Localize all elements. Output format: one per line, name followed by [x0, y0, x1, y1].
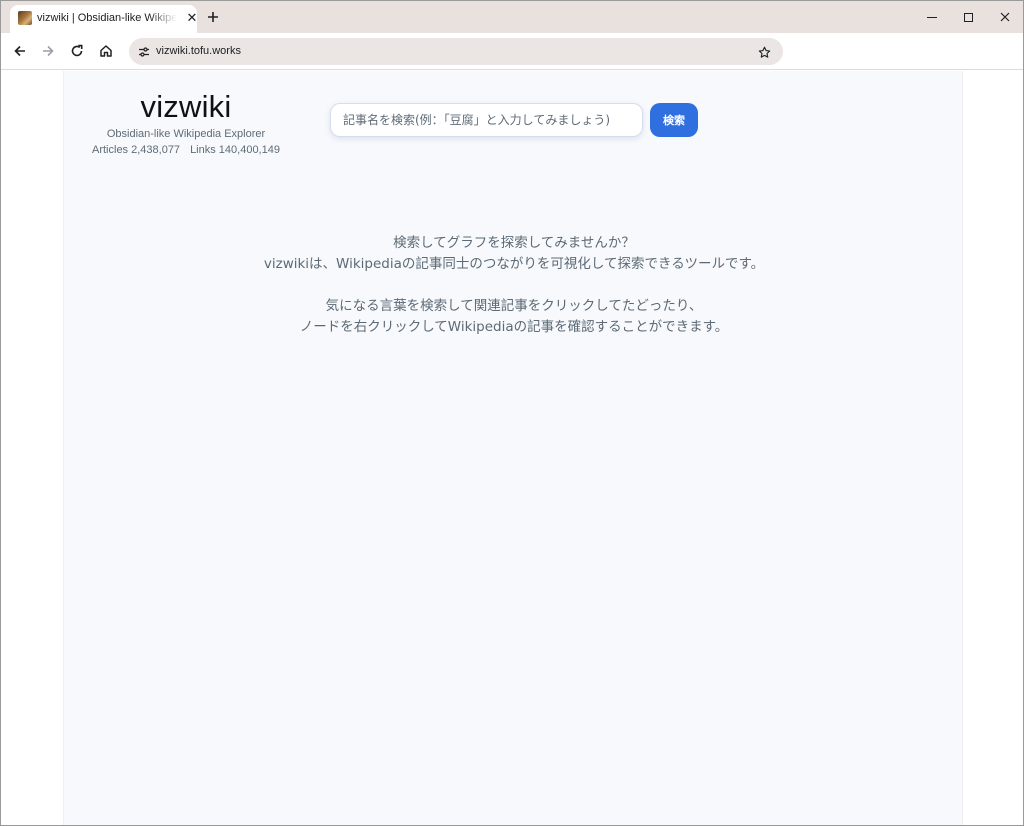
intro-line: 気になる言葉を検索して関連記事をクリックしてたどったり、: [325, 298, 703, 314]
arrow-right-icon: [43, 45, 54, 57]
close-window-button[interactable]: [994, 6, 1016, 28]
search-button[interactable]: 検索: [650, 103, 698, 137]
maximize-icon: [963, 12, 973, 22]
site-settings-icon[interactable]: [134, 42, 153, 61]
home-icon: [100, 45, 112, 57]
maximize-button[interactable]: [957, 6, 979, 28]
tab-title: vizwiki | Obsidian-like Wikipedia Explor…: [37, 12, 177, 24]
close-icon: [1000, 12, 1010, 22]
reload-icon: [71, 44, 83, 57]
back-button[interactable]: [9, 40, 31, 62]
minimize-icon: [927, 16, 937, 18]
reload-button[interactable]: [66, 40, 88, 62]
favicon-icon: [18, 11, 32, 25]
site-logo[interactable]: vizwiki: [84, 89, 288, 125]
address-bar[interactable]: vizwiki.tofu.works: [129, 38, 783, 65]
plus-icon: [208, 12, 218, 22]
page-main: vizwiki Obsidian-like Wikipedia Explorer…: [63, 71, 963, 825]
forward-button[interactable]: [37, 40, 59, 62]
site-header: vizwiki Obsidian-like Wikipedia Explorer…: [84, 89, 288, 157]
url-text[interactable]: vizwiki.tofu.works: [156, 45, 241, 57]
links-count: Links 140,400,149: [190, 144, 280, 156]
site-stats: Articles 2,438,077 Links 140,400,149: [84, 143, 288, 157]
home-button[interactable]: [95, 40, 117, 62]
tab-close-icon[interactable]: ✕: [185, 10, 199, 25]
minimize-button[interactable]: [921, 6, 943, 28]
browser-toolbar: vizwiki.tofu.works: [1, 33, 1023, 70]
site-tagline: Obsidian-like Wikipedia Explorer: [106, 128, 266, 140]
arrow-left-icon: [14, 45, 25, 57]
browser-tab[interactable]: vizwiki | Obsidian-like Wikipedia Explor…: [10, 5, 197, 33]
intro-line: 検索してグラフを探索してみませんか？: [393, 235, 635, 251]
intro-text: 検索してグラフを探索してみませんか？ vizwikiは、Wikipediaの記事…: [64, 233, 964, 338]
browser-tab-strip: vizwiki | Obsidian-like Wikipedia Explor…: [1, 1, 1023, 33]
intro-line: ノードを右クリックしてWikipediaの記事を確認することができます。: [299, 319, 729, 335]
page-viewport: vizwiki Obsidian-like Wikipedia Explorer…: [1, 71, 1023, 825]
search-input[interactable]: [330, 103, 643, 137]
bookmark-star-icon[interactable]: [755, 43, 773, 61]
articles-count: Articles 2,438,077: [92, 144, 181, 156]
intro-line: vizwikiは、Wikipediaの記事同士のつながりを可視化して探索できるツ…: [263, 256, 765, 272]
new-tab-button[interactable]: [203, 7, 223, 27]
